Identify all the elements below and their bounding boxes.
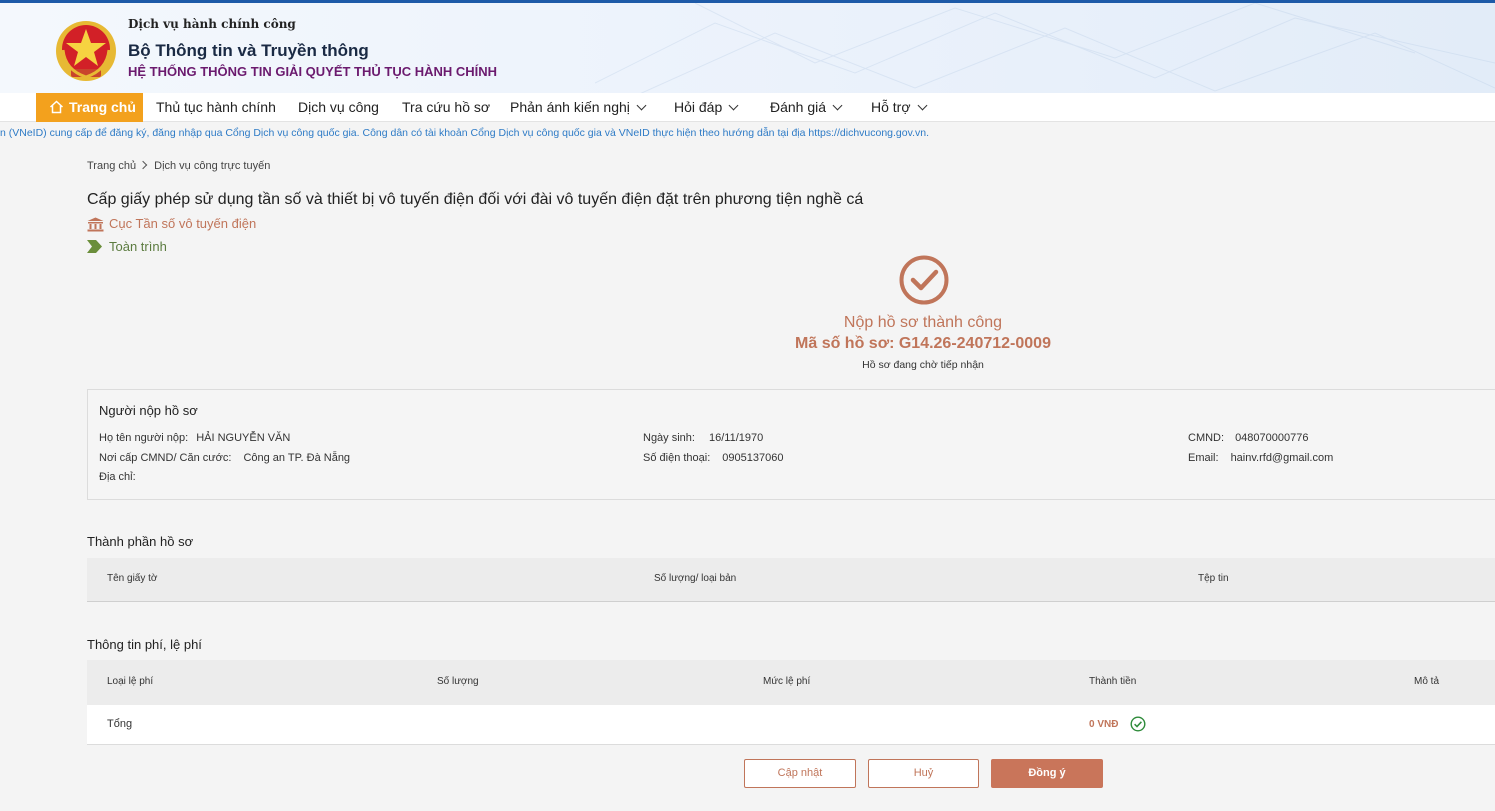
agree-button[interactable]: Đồng ý [991,759,1103,788]
chevron-badge-icon [87,240,102,253]
applicant-issue-field: Nơi cấp CMND/ Căn cước: Công an TP. Đà Nẵ… [99,452,350,464]
chevron-down-icon [917,100,927,111]
chevron-down-icon [636,100,647,111]
application-code: Mã số hồ sơ: G14.26-240712-0009 [795,335,1051,352]
header-pretitle: Dịch vụ hành chính công [128,17,296,31]
chevron-down-icon [832,100,843,111]
applicant-phone-field: Số điện thoại: 0905137060 [643,452,783,464]
nav-phan-anh-label: Phản ánh kiến nghị [510,99,630,115]
nav-ho-tro[interactable]: Hỗ trợ [871,93,927,122]
main-nav: Trang chủ Thủ tục hành chính Dịch vụ côn… [0,93,1495,122]
cancel-button[interactable]: Huỷ [868,759,979,788]
dob-label: Ngày sinh: [643,432,695,444]
nav-thu-tuc-hanh-chinh[interactable]: Thủ tục hành chính [156,93,276,122]
issue-label: Nơi cấp CMND/ Căn cước: [99,452,232,464]
id-label: CMND: [1188,432,1225,444]
update-button[interactable]: Cập nhật [744,759,856,788]
name-label: Họ tên người nộp: [99,432,189,444]
nav-hoi-dap-label: Hỏi đáp [674,99,723,115]
address-label: Địa chỉ: [99,471,136,483]
institution-icon [87,217,104,232]
nav-danh-gia-label: Đánh giá [770,99,827,115]
applicant-card: Người nộp hồ sơ Họ tên người nộp: HẢI NGU… [87,389,1495,500]
announcement-marquee[interactable]: n (VNeID) cung cấp để đăng ký, đăng nhập… [0,127,1495,141]
issue-value: Công an TP. Đà Nẵng [243,452,351,464]
fees-col-quantity: Số lượng [437,676,479,687]
breadcrumb: Trang chủ Dịch vụ công trực tuyến [87,160,270,172]
national-emblem-icon [56,21,116,81]
header-subtitle: HỆ THỐNG THÔNG TIN GIẢI QUYẾT THỦ TỤC HÀ… [128,64,498,79]
total-value: 0 VNĐ [1089,719,1119,730]
email-label: Email: [1188,452,1219,464]
phone-label: Số điện thoại: [643,452,711,464]
nav-tra-cuu-ho-so[interactable]: Tra cứu hồ sơ [402,93,490,122]
dob-value: 16/11/1970 [708,432,764,444]
breadcrumb-current[interactable]: Dịch vụ công trực tuyến [154,160,270,172]
check-circle-icon [1130,716,1146,732]
breadcrumb-home[interactable]: Trang chủ [87,160,136,172]
fees-total-row: Tổng 0 VNĐ [87,705,1495,745]
nav-phan-anh-kien-nghi[interactable]: Phản ánh kiến nghị [510,93,647,122]
fees-section-title: Thông tin phí, lệ phí [87,637,202,652]
nav-hoi-dap[interactable]: Hỏi đáp [674,93,739,122]
documents-col-name: Tên giấy tờ [107,573,158,584]
site-header: Dịch vụ hành chính công Bộ Thông tin và … [0,0,1495,93]
procedure-agency: Cục Tần số vô tuyến điện [87,216,387,232]
chevron-right-icon [138,160,148,170]
fees-col-description: Mô tả [1414,676,1440,687]
home-icon [49,100,64,114]
fees-table-header: Loại lệ phí Số lượng Mức lệ phí Thành ti… [87,660,1495,705]
phone-value: 0905137060 [722,452,784,464]
email-value: hainv.rfd@gmail.com [1230,452,1334,464]
documents-col-file: Tệp tin [1198,573,1229,584]
fees-col-amount: Thành tiền [1089,676,1137,687]
nav-home[interactable]: Trang chủ [36,93,143,122]
level-label: Toàn trình [109,239,167,254]
applicant-address-field: Địa chỉ: [99,471,136,483]
check-circle-icon [899,255,949,305]
header-decoration [595,3,1495,93]
applicant-section-title: Người nộp hồ sơ [99,403,198,418]
applicant-email-field: Email: hainv.rfd@gmail.com [1188,452,1333,464]
nav-dich-vu-cong[interactable]: Dịch vụ công [298,93,379,122]
documents-table-header: Tên giấy tờ Số lượng/ loại bản Tệp tin [87,558,1495,602]
header-title: Bộ Thông tin và Truyền thông [128,41,369,60]
chevron-down-icon [728,100,739,111]
total-label: Tổng [107,718,133,730]
applicant-id-field: CMND: 048070000776 [1188,432,1308,444]
fees-col-rate: Mức lệ phí [763,676,811,687]
id-value: 048070000776 [1235,432,1309,444]
nav-ho-tro-label: Hỗ trợ [871,99,911,115]
nav-danh-gia[interactable]: Đánh giá [770,93,843,122]
fees-col-type: Loại lệ phí [107,676,154,687]
agency-label: Cục Tần số vô tuyến điện [109,216,257,231]
nav-home-label: Trang chủ [69,99,136,115]
documents-section-title: Thành phần hồ sơ [87,534,194,549]
application-status: Hồ sơ đang chờ tiếp nhận [862,359,984,371]
documents-col-quantity: Số lượng/ loại bản [654,573,737,584]
procedure-title: Cấp giấy phép sử dụng tần số và thiết bị… [87,191,864,208]
name-value: HẢI NGUYỄN VĂN [196,432,291,444]
procedure-level: Toàn trình [87,239,287,255]
success-title: Nộp hồ sơ thành công [843,314,1003,331]
applicant-dob-field: Ngày sinh: 16/11/1970 [643,432,763,444]
applicant-name-field: Họ tên người nộp: HẢI NGUYỄN VĂN [99,432,290,444]
